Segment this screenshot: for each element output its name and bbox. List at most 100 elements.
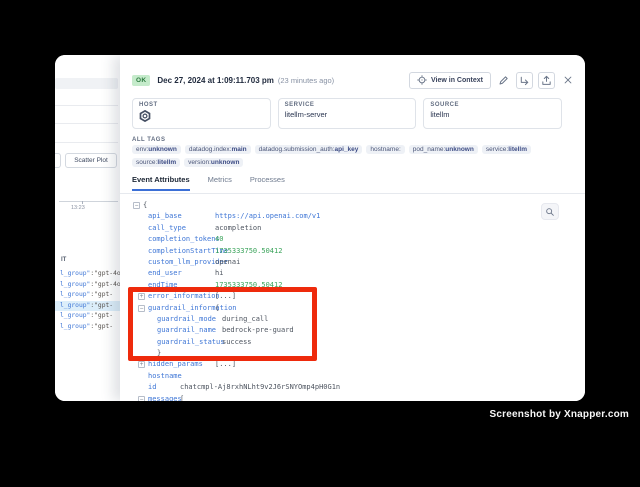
info-card-source: SOURCE litellm [423,98,562,129]
attribute-key[interactable]: id [148,382,180,393]
attribute-key[interactable]: completionStartTime [148,246,215,257]
view-in-context-button[interactable]: View in Context [409,72,491,89]
attribute-key[interactable]: hidden_params [148,359,215,370]
partial-button-fragment[interactable] [55,153,61,168]
row-value: :"gpt- [90,302,113,309]
panel-header: OK Dec 27, 2024 at 1:09:11.703 pm (23 mi… [132,71,575,89]
table-row[interactable]: l_group":"gpt- [55,322,120,333]
host-hexagon-icon [139,108,264,127]
scope-icon [417,75,427,85]
attribute-row-bracket: −{ [133,200,585,211]
tag-key: pod_name: [413,146,446,153]
tag-value: unknown [148,146,177,153]
attribute-key[interactable]: messages [148,394,180,401]
attribute-row-hidden_params: +hidden_params[...] [133,359,585,370]
attribute-key[interactable]: end_user [148,268,215,279]
attribute-row-messages: −messages[ [133,394,585,401]
tag-value: main [231,146,246,153]
tag-key: version: [188,159,211,166]
attribute-row-id: idchatcmpl-Aj8rxhNLht9v2J6rSNYOmp4pH0G1n [133,382,585,393]
table-row[interactable]: l_group":"gpt- [55,311,120,322]
divider [55,123,118,124]
tab-event-attributes[interactable]: Event Attributes [132,175,190,191]
tag-pill[interactable]: source:litellm [132,158,180,167]
tab-metrics[interactable]: Metrics [208,175,232,191]
attribute-key[interactable]: custom_llm_provider [148,257,215,268]
table-row[interactable]: l_group":"gpt-4o [55,280,120,291]
background-table-rows: l_group":"gpt-4ol_group":"gpt-4ol_group"… [55,269,120,332]
related-processes-button[interactable] [516,72,533,89]
tag-key: hostname: [370,146,400,153]
bracket: { [143,201,147,209]
row-value: :"gpt- [90,291,113,298]
row-key: l_group" [60,302,90,309]
tag-pill[interactable]: version:unknown [184,158,243,167]
tag-key: source: [136,159,157,166]
attribute-key[interactable]: hostname [148,371,180,382]
expander-icon[interactable]: − [138,396,145,401]
row-key: l_group" [60,323,90,330]
row-value: :"gpt-4o [90,281,120,288]
attribute-row-api_base: api_basehttps://api.openai.com/v1 [133,211,585,222]
info-cards: HOSTSERVICElitellm-serverSOURCElitellm [132,98,562,129]
info-card-label: SOURCE [430,102,555,108]
tag-pill[interactable]: env:unknown [132,145,181,154]
view-in-context-label: View in Context [431,77,483,84]
tag-value: litellm [508,146,527,153]
export-button[interactable] [538,72,555,89]
table-row[interactable]: l_group":"gpt- [55,301,120,312]
row-value: :"gpt- [90,323,113,330]
annotation-highlight-box [128,287,317,361]
info-card-value: litellm [430,110,555,119]
expander-icon[interactable]: − [133,202,140,209]
attribute-row-completion_tokens: completion_tokens40 [133,234,585,245]
header-actions: View in Context [409,72,575,89]
tab-processes[interactable]: Processes [250,175,285,191]
table-row[interactable]: l_group":"gpt- [55,290,120,301]
attribute-value[interactable]: https://api.openai.com/v1 [215,212,320,220]
expander-icon[interactable]: + [138,361,145,368]
attribute-row-end_user: end_userhi [133,268,585,279]
attribute-value: 40 [215,235,223,243]
divider [55,105,118,106]
tag-pill[interactable]: pod_name:unknown [409,145,478,154]
attribute-row-completionStartTime: completionStartTime1735333750.50412 [133,246,585,257]
chart-x-axis [59,201,118,202]
attribute-value: acompletion [215,224,261,232]
attribute-value: openai [215,258,240,266]
event-timestamp: Dec 27, 2024 at 1:09:11.703 pm [157,76,274,85]
background-page: Scatter Plot 13:23 IT l_group":"gpt-4ol_… [55,55,120,401]
background-toolbar-fragment [55,78,118,89]
row-key: l_group" [60,281,90,288]
attribute-row-call_type: call_typeacompletion [133,223,585,234]
attribute-key[interactable]: api_base [148,211,215,222]
tag-key: service: [486,146,508,153]
all-tags-label: ALL TAGS [132,137,165,143]
row-value: :"gpt-4o [90,270,120,277]
tag-pill[interactable]: hostname: [366,145,404,154]
related-processes-icon [519,75,530,86]
tag-pill[interactable]: datadog.submission_auth:api_key [255,145,363,154]
row-value: :"gpt- [90,312,113,319]
attribute-key[interactable]: completion_tokens [148,234,215,245]
tag-value: unknown [211,159,240,166]
attribute-key[interactable]: call_type [148,223,215,234]
tag-value: unknown [445,146,474,153]
tag-pill[interactable]: service:litellm [482,145,531,154]
watermark: Screenshot by Xnapper.com [490,409,630,420]
attribute-value: chatcmpl-Aj8rxhNLht9v2J6rSNYOmp4pH0G1n [180,383,340,391]
scatter-plot-button[interactable]: Scatter Plot [65,153,117,168]
attribute-row-hostname: hostname [133,371,585,382]
export-icon [541,75,552,86]
table-row[interactable]: l_group":"gpt-4o [55,269,120,280]
tag-key: datadog.index: [189,146,232,153]
close-icon [563,75,573,85]
pencil-icon [498,75,509,86]
edit-button[interactable] [496,72,511,89]
attribute-value: [ [180,395,184,401]
close-button[interactable] [560,72,575,89]
row-key: l_group" [60,312,90,319]
tag-pill[interactable]: datadog.index:main [185,145,251,154]
row-key: l_group" [60,291,90,298]
divider [55,142,118,143]
